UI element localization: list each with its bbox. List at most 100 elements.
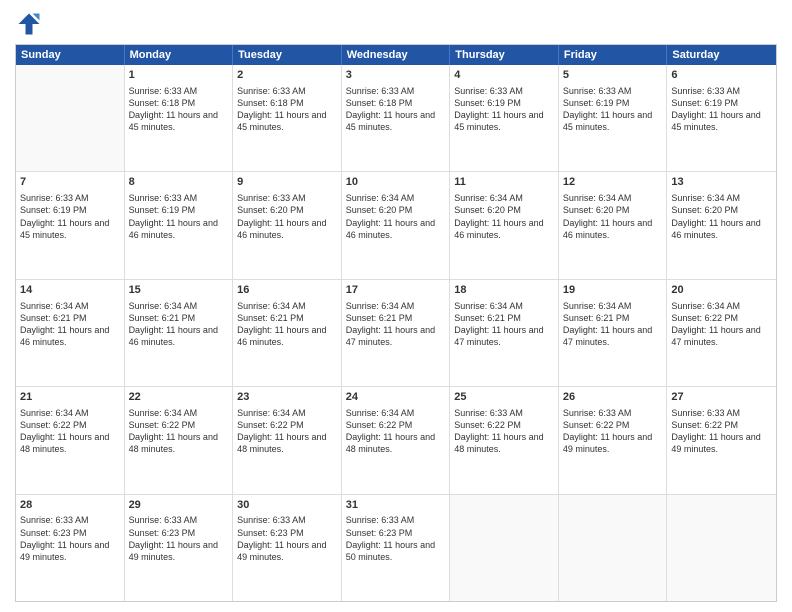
cell-info: Sunrise: 6:34 AMSunset: 6:22 PMDaylight:… [20, 407, 120, 456]
day-number: 11 [454, 175, 554, 190]
cell-info: Sunrise: 6:33 AMSunset: 6:18 PMDaylight:… [129, 85, 229, 134]
header-day-monday: Monday [125, 45, 234, 65]
calendar-cell: 29Sunrise: 6:33 AMSunset: 6:23 PMDayligh… [125, 495, 234, 601]
calendar-cell [667, 495, 776, 601]
calendar-cell: 27 Sunrise: 6:33 AMSunset: 6:22 PMDayligh… [667, 387, 776, 493]
day-number: 13 [671, 175, 772, 190]
day-number: 8 [129, 175, 229, 190]
calendar-cell: 19 Sunrise: 6:34 AMSunset: 6:21 PMDayligh… [559, 280, 668, 386]
day-number: 17 [346, 283, 446, 298]
cell-info: Sunrise: 6:34 AMSunset: 6:21 PMDaylight:… [454, 300, 554, 349]
header-day-saturday: Saturday [667, 45, 776, 65]
cell-info: Sunrise: 6:34 AMSunset: 6:21 PMDaylight:… [237, 300, 337, 349]
day-number: 7 [20, 175, 120, 190]
calendar-cell: 2 Sunrise: 6:33 AMSunset: 6:18 PMDaylight… [233, 65, 342, 171]
cell-info: Sunrise: 6:34 AMSunset: 6:20 PMDaylight:… [346, 192, 446, 241]
calendar-week-4: 21 Sunrise: 6:34 AMSunset: 6:22 PMDayligh… [16, 387, 776, 494]
calendar-cell: 3 Sunrise: 6:33 AMSunset: 6:18 PMDaylight… [342, 65, 451, 171]
calendar-cell: 31Sunrise: 6:33 AMSunset: 6:23 PMDayligh… [342, 495, 451, 601]
day-number: 2 [237, 68, 337, 83]
day-number: 15 [129, 283, 229, 298]
day-number: 29 [129, 498, 229, 513]
calendar-week-1: 1 Sunrise: 6:33 AMSunset: 6:18 PMDaylight… [16, 65, 776, 172]
cell-info: Sunrise: 6:33 AMSunset: 6:22 PMDaylight:… [563, 407, 663, 456]
header-day-sunday: Sunday [16, 45, 125, 65]
calendar-cell: 30Sunrise: 6:33 AMSunset: 6:23 PMDayligh… [233, 495, 342, 601]
calendar-cell: 17Sunrise: 6:34 AMSunset: 6:21 PMDayligh… [342, 280, 451, 386]
calendar-cell: 1 Sunrise: 6:33 AMSunset: 6:18 PMDaylight… [125, 65, 234, 171]
header-day-tuesday: Tuesday [233, 45, 342, 65]
cell-info: Sunrise: 6:34 AMSunset: 6:21 PMDaylight:… [563, 300, 663, 349]
calendar-cell: 5 Sunrise: 6:33 AMSunset: 6:19 PMDaylight… [559, 65, 668, 171]
header-day-thursday: Thursday [450, 45, 559, 65]
cell-info: Sunrise: 6:34 AMSunset: 6:22 PMDaylight:… [346, 407, 446, 456]
cell-info: Sunrise: 6:34 AMSunset: 6:21 PMDaylight:… [129, 300, 229, 349]
cell-info: Sunrise: 6:34 AMSunset: 6:20 PMDaylight:… [454, 192, 554, 241]
header [15, 10, 777, 38]
cell-info: Sunrise: 6:33 AMSunset: 6:22 PMDaylight:… [671, 407, 772, 456]
calendar-body: 1 Sunrise: 6:33 AMSunset: 6:18 PMDaylight… [16, 65, 776, 601]
calendar-cell: 4Sunrise: 6:33 AMSunset: 6:19 PMDaylight… [450, 65, 559, 171]
day-number: 20 [671, 283, 772, 298]
day-number: 18 [454, 283, 554, 298]
calendar-cell: 20 Sunrise: 6:34 AMSunset: 6:22 PMDayligh… [667, 280, 776, 386]
page: SundayMondayTuesdayWednesdayThursdayFrid… [0, 0, 792, 612]
day-number: 5 [563, 68, 663, 83]
day-number: 27 [671, 390, 772, 405]
cell-info: Sunrise: 6:34 AMSunset: 6:20 PMDaylight:… [671, 192, 772, 241]
cell-info: Sunrise: 6:33 AMSunset: 6:19 PMDaylight:… [563, 85, 663, 134]
calendar-cell: 10 Sunrise: 6:34 AMSunset: 6:20 PMDayligh… [342, 172, 451, 278]
cell-info: Sunrise: 6:34 AMSunset: 6:22 PMDaylight:… [237, 407, 337, 456]
cell-info: Sunrise: 6:33 AMSunset: 6:19 PMDaylight:… [671, 85, 772, 134]
cell-info: Sunrise: 6:34 AMSunset: 6:22 PMDaylight:… [129, 407, 229, 456]
day-number: 1 [129, 68, 229, 83]
day-number: 23 [237, 390, 337, 405]
day-number: 10 [346, 175, 446, 190]
calendar-cell: 14Sunrise: 6:34 AMSunset: 6:21 PMDayligh… [16, 280, 125, 386]
calendar-cell: 22Sunrise: 6:34 AMSunset: 6:22 PMDayligh… [125, 387, 234, 493]
day-number: 9 [237, 175, 337, 190]
cell-info: Sunrise: 6:33 AMSunset: 6:23 PMDaylight:… [237, 514, 337, 563]
calendar-cell: 11 Sunrise: 6:34 AMSunset: 6:20 PMDayligh… [450, 172, 559, 278]
cell-info: Sunrise: 6:33 AMSunset: 6:23 PMDaylight:… [346, 514, 446, 563]
calendar-cell: 12 Sunrise: 6:34 AMSunset: 6:20 PMDayligh… [559, 172, 668, 278]
logo [15, 10, 47, 38]
day-number: 6 [671, 68, 772, 83]
cell-info: Sunrise: 6:33 AMSunset: 6:23 PMDaylight:… [20, 514, 120, 563]
calendar-cell: 16 Sunrise: 6:34 AMSunset: 6:21 PMDayligh… [233, 280, 342, 386]
calendar-cell: 15 Sunrise: 6:34 AMSunset: 6:21 PMDayligh… [125, 280, 234, 386]
day-number: 12 [563, 175, 663, 190]
day-number: 30 [237, 498, 337, 513]
day-number: 28 [20, 498, 120, 513]
calendar-cell: 18 Sunrise: 6:34 AMSunset: 6:21 PMDayligh… [450, 280, 559, 386]
calendar-cell: 25Sunrise: 6:33 AMSunset: 6:22 PMDayligh… [450, 387, 559, 493]
calendar-cell: 21 Sunrise: 6:34 AMSunset: 6:22 PMDayligh… [16, 387, 125, 493]
calendar-cell: 9 Sunrise: 6:33 AMSunset: 6:20 PMDaylight… [233, 172, 342, 278]
cell-info: Sunrise: 6:33 AMSunset: 6:18 PMDaylight:… [346, 85, 446, 134]
calendar-cell [450, 495, 559, 601]
calendar-header: SundayMondayTuesdayWednesdayThursdayFrid… [16, 45, 776, 65]
calendar-cell: 13 Sunrise: 6:34 AMSunset: 6:20 PMDayligh… [667, 172, 776, 278]
calendar-cell: 8 Sunrise: 6:33 AMSunset: 6:19 PMDaylight… [125, 172, 234, 278]
cell-info: Sunrise: 6:33 AMSunset: 6:18 PMDaylight:… [237, 85, 337, 134]
cell-info: Sunrise: 6:33 AMSunset: 6:20 PMDaylight:… [237, 192, 337, 241]
cell-info: Sunrise: 6:34 AMSunset: 6:22 PMDaylight:… [671, 300, 772, 349]
day-number: 21 [20, 390, 120, 405]
cell-info: Sunrise: 6:33 AMSunset: 6:22 PMDaylight:… [454, 407, 554, 456]
calendar: SundayMondayTuesdayWednesdayThursdayFrid… [15, 44, 777, 602]
day-number: 24 [346, 390, 446, 405]
cell-info: Sunrise: 6:33 AMSunset: 6:19 PMDaylight:… [129, 192, 229, 241]
header-day-wednesday: Wednesday [342, 45, 451, 65]
cell-info: Sunrise: 6:34 AMSunset: 6:20 PMDaylight:… [563, 192, 663, 241]
day-number: 31 [346, 498, 446, 513]
day-number: 19 [563, 283, 663, 298]
calendar-week-3: 14Sunrise: 6:34 AMSunset: 6:21 PMDayligh… [16, 280, 776, 387]
day-number: 26 [563, 390, 663, 405]
calendar-cell: 24 Sunrise: 6:34 AMSunset: 6:22 PMDayligh… [342, 387, 451, 493]
day-number: 16 [237, 283, 337, 298]
cell-info: Sunrise: 6:33 AMSunset: 6:23 PMDaylight:… [129, 514, 229, 563]
day-number: 3 [346, 68, 446, 83]
calendar-week-5: 28Sunrise: 6:33 AMSunset: 6:23 PMDayligh… [16, 495, 776, 601]
calendar-cell [559, 495, 668, 601]
calendar-cell: 26 Sunrise: 6:33 AMSunset: 6:22 PMDayligh… [559, 387, 668, 493]
